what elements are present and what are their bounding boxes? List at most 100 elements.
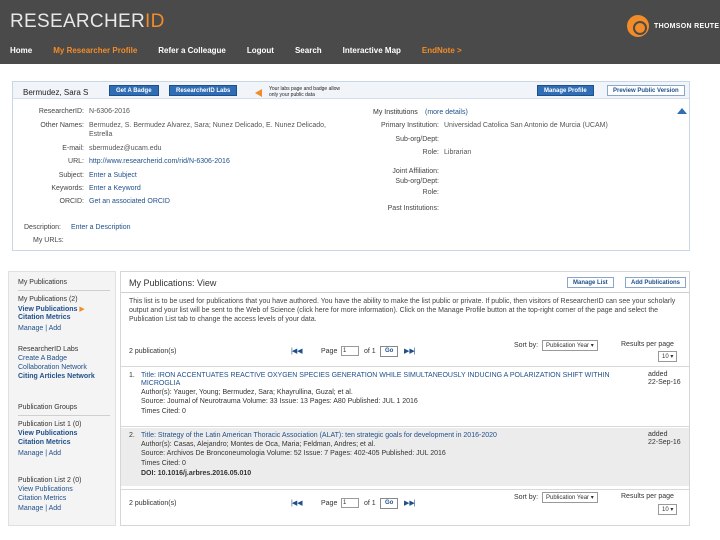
url-label: URL: (68, 158, 84, 165)
publication-count: 2 publication(s) (129, 348, 177, 355)
subject-link[interactable]: Enter a Subject (89, 172, 137, 180)
subject-label: Subject: (58, 172, 84, 179)
nav-endnote[interactable]: EndNote > (422, 46, 462, 55)
other-names-label: Other Names: (40, 122, 84, 129)
description-link[interactable]: Enter a Description (71, 224, 131, 232)
results-per-page-select-bottom[interactable]: 10 ▾ (658, 504, 678, 515)
nav-home[interactable]: Home (10, 46, 32, 55)
profile-panel: Bermudez, Sara S Get A Badge ResearcherI… (12, 81, 690, 251)
sidebar-manage-add[interactable]: Manage | Add (18, 325, 61, 332)
nav-search[interactable]: Search (295, 46, 322, 55)
url-link[interactable]: http://www.researcherid.com/rid/N-6306-2… (89, 158, 230, 166)
sidebar-list1-manage[interactable]: Manage | Add (18, 450, 61, 457)
page-of-label-bottom: of 1 (364, 500, 376, 507)
sidebar-labs-heading: ResearcherID Labs (18, 346, 79, 353)
institutions-title: My Institutions (373, 109, 418, 116)
sidebar-my-publications-count[interactable]: My Publications (2) (18, 296, 78, 303)
sidebar-list2-manage[interactable]: Manage | Add (18, 505, 61, 512)
preview-public-version-button[interactable]: Preview Public Version (607, 85, 685, 96)
page-label-bottom: Page (321, 500, 338, 507)
publications-panel: My Publications: View Manage List Add Pu… (120, 271, 690, 526)
sidebar-citation-metrics[interactable]: Citation Metrics (18, 314, 71, 321)
results-per-page-value: 10 (662, 354, 669, 360)
sidebar-collaboration-network[interactable]: Collaboration Network (18, 364, 87, 371)
publication-count-bottom: 2 publication(s) (129, 500, 177, 507)
sidebar-view-publications-label: View Publications (18, 306, 78, 313)
primary-institution-label: Primary Institution: (381, 122, 439, 129)
publications-description: This list is to be used for publications… (129, 298, 676, 323)
publications-title: My Publications: View (129, 278, 217, 288)
email-label: E-mail: (62, 145, 84, 152)
pub-doi[interactable]: DOI: 10.1016/j.arbres.2016.05.010 (141, 470, 251, 478)
pub-added-label: added (648, 371, 668, 378)
nav-interactive-map[interactable]: Interactive Map (343, 46, 401, 55)
sidebar-list1-metrics[interactable]: Citation Metrics (18, 439, 71, 446)
other-names-value: Bermudez, S. Bermudez Alvarez, Sara; Nun… (89, 122, 326, 129)
add-publications-button[interactable]: Add Publications (625, 277, 687, 288)
orcid-label: ORCID: (59, 198, 85, 205)
go-button-bottom[interactable]: Go (380, 498, 399, 509)
results-per-page-label: Results per page (621, 341, 674, 348)
nav-my-researcher-profile[interactable]: My Researcher Profile (53, 46, 137, 55)
profile-header: Bermudez, Sara S Get A Badge ResearcherI… (13, 82, 689, 99)
researcherid-labs-button[interactable]: ResearcherID Labs (169, 85, 238, 96)
role2-label: Role: (422, 189, 439, 196)
nav-logout[interactable]: Logout (247, 46, 274, 55)
sidebar-divider (18, 290, 110, 291)
sort-select[interactable]: Publication Year ▾ (542, 340, 598, 351)
thomson-reuters-logo: THOMSON REUTE (627, 15, 719, 37)
sidebar-list1[interactable]: Publication List 1 (0) (18, 421, 81, 428)
page-input-bottom[interactable]: 1 (341, 498, 359, 508)
pub-title-link[interactable]: Title: Strategy of the Latin American Th… (141, 432, 497, 440)
logo-text: RESEARCHER (10, 11, 145, 32)
description-label: Description: (24, 224, 61, 231)
get-badge-button[interactable]: Get A Badge (109, 85, 159, 96)
first-prev-page-icon[interactable]: |◀ ◀ (291, 499, 302, 507)
pub-title-link[interactable]: Title: IRON ACCENTUATES REACTIVE OXYGEN … (141, 372, 610, 380)
sort-select-value: Publication Year (546, 343, 590, 349)
sidebar-create-badge[interactable]: Create A Badge (18, 355, 67, 362)
sidebar-my-publications-heading: My Publications (18, 279, 68, 286)
sidebar-view-publications[interactable]: View Publications ▶ (18, 305, 85, 313)
page-input[interactable]: 1 (341, 346, 359, 356)
title-divider (121, 292, 689, 293)
pub-number: 1. (129, 372, 135, 379)
role-value: Librarian (444, 149, 472, 156)
sidebar-list2-metrics[interactable]: Citation Metrics (18, 495, 66, 502)
suborg2-label: Sub-org/Dept: (395, 178, 439, 185)
sidebar-list1-view[interactable]: View Publications (18, 430, 77, 437)
sort-select-bottom[interactable]: Publication Year ▾ (542, 492, 598, 503)
sidebar-groups-heading: Publication Groups (18, 404, 78, 411)
go-button[interactable]: Go (380, 346, 399, 357)
pub-source: Source: Journal of Neurotrauma Volume: 3… (141, 398, 418, 405)
profile-name: Bermudez, Sara S (23, 88, 89, 97)
sidebar-citing-network[interactable]: Citing Articles Network (18, 373, 95, 380)
first-prev-page-icon[interactable]: |◀ ◀ (291, 347, 302, 355)
past-institutions-label: Past Institutions: (387, 205, 439, 212)
manage-profile-button[interactable]: Manage Profile (537, 85, 594, 96)
manage-list-button[interactable]: Manage List (567, 277, 614, 288)
page-of-label: of 1 (364, 348, 376, 355)
logo-accent-text: ID (144, 11, 165, 32)
pub-number: 2. (129, 432, 135, 439)
institutions-more-link[interactable]: (more details) (425, 109, 468, 117)
next-last-page-icon[interactable]: ▶ ▶| (404, 347, 415, 355)
sidebar-list2[interactable]: Publication List 2 (0) (18, 477, 81, 484)
list-divider (121, 366, 689, 367)
nav-refer-colleague[interactable]: Refer a Colleague (158, 46, 226, 55)
orcid-link[interactable]: Get an associated ORCID (89, 198, 170, 206)
keywords-link[interactable]: Enter a Keyword (89, 185, 141, 193)
researcherid-logo[interactable]: RESEARCHERID (10, 11, 165, 33)
arrow-left-icon (255, 89, 262, 97)
list-divider (121, 426, 689, 427)
my-urls-label: My URLs: (33, 237, 64, 244)
next-last-page-icon[interactable]: ▶ ▶| (404, 499, 415, 507)
left-sidebar: My Publications My Publications (2) View… (8, 271, 116, 526)
pub-title-link-2[interactable]: MICROGLIA (141, 380, 180, 388)
pub-times-cited: Times Cited: 0 (141, 408, 186, 415)
pub-added-date: 22-Sep-16 (648, 379, 681, 386)
results-per-page-value: 10 (662, 507, 669, 513)
sidebar-list2-view[interactable]: View Publications (18, 486, 73, 493)
results-per-page-select[interactable]: 10 ▾ (658, 351, 678, 362)
collapse-arrow-icon[interactable] (677, 108, 687, 114)
